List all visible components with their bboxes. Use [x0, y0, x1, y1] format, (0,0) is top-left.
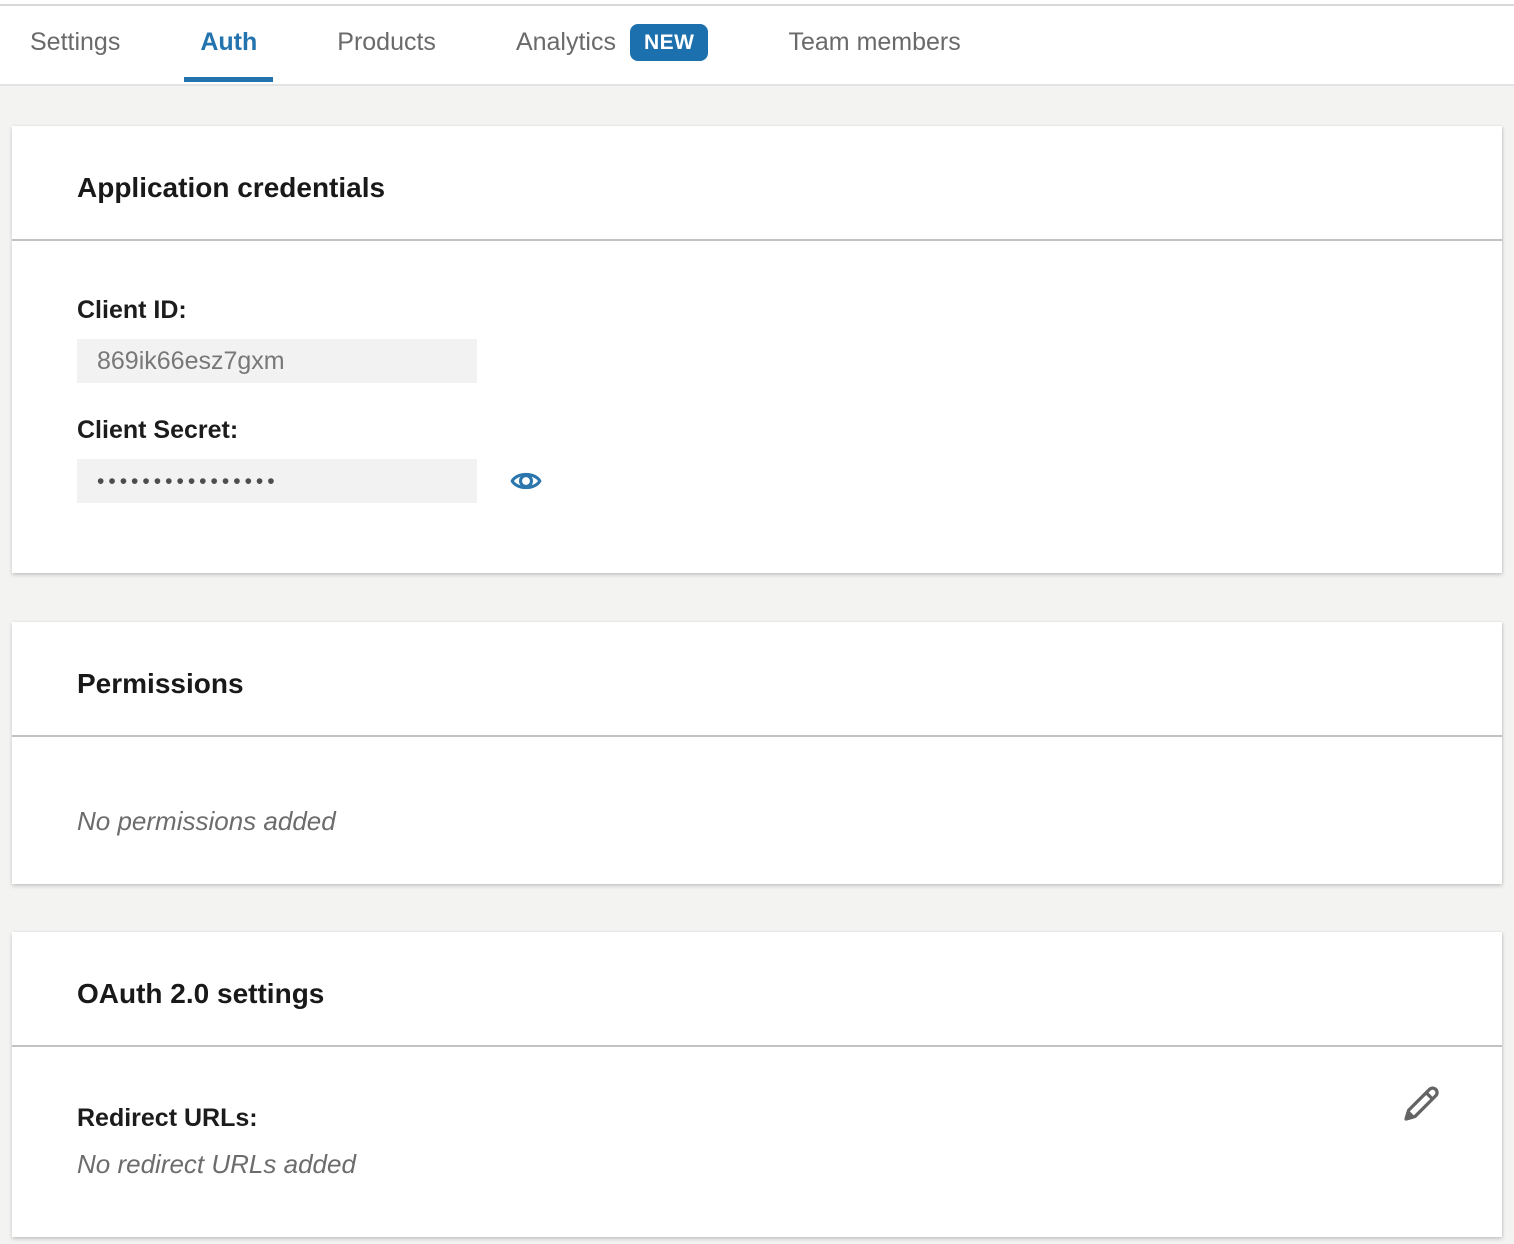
permissions-body: No permissions added	[12, 737, 1502, 837]
eye-icon[interactable]	[510, 465, 542, 497]
tab-analytics-label: Analytics	[516, 28, 616, 57]
tab-settings-label: Settings	[30, 28, 120, 57]
tab-bar: Settings Auth Products Analytics NEW Tea…	[0, 0, 1514, 86]
tab-auth[interactable]: Auth	[200, 0, 257, 84]
application-credentials-title: Application credentials	[77, 172, 385, 204]
application-credentials-card: Application credentials Client ID: 869ik…	[12, 126, 1502, 573]
client-secret-label: Client Secret:	[77, 415, 1437, 445]
client-secret-masked-value: ••••••••••••••••	[97, 468, 279, 494]
tab-products-label: Products	[337, 28, 436, 57]
oauth-settings-header: OAuth 2.0 settings	[12, 932, 1502, 1047]
permissions-header: Permissions	[12, 622, 1502, 737]
new-badge: NEW	[630, 24, 709, 61]
tab-list: Settings Auth Products Analytics NEW Tea…	[0, 0, 1514, 84]
tab-analytics[interactable]: Analytics NEW	[516, 0, 709, 84]
tab-team-members-label: Team members	[788, 28, 960, 57]
client-id-value: 869ik66esz7gxm	[97, 347, 285, 376]
client-id-field[interactable]: 869ik66esz7gxm	[77, 339, 477, 383]
redirect-urls-label: Redirect URLs:	[77, 1103, 1437, 1133]
tab-products[interactable]: Products	[337, 0, 436, 84]
redirect-urls-empty-text: No redirect URLs added	[77, 1148, 1437, 1180]
application-credentials-body: Client ID: 869ik66esz7gxm Client Secret:…	[12, 241, 1502, 503]
tab-auth-label: Auth	[200, 28, 257, 57]
permissions-title: Permissions	[77, 668, 244, 700]
main-content: Application credentials Client ID: 869ik…	[0, 86, 1514, 1237]
application-credentials-header: Application credentials	[12, 126, 1502, 241]
permissions-card: Permissions No permissions added	[12, 622, 1502, 884]
client-secret-row: ••••••••••••••••	[77, 459, 1437, 503]
oauth-settings-body: Redirect URLs: No redirect URLs added	[12, 1047, 1502, 1180]
pencil-icon[interactable]	[1398, 1081, 1444, 1127]
tab-team-members[interactable]: Team members	[788, 0, 960, 84]
client-id-label: Client ID:	[77, 295, 1437, 325]
tab-settings[interactable]: Settings	[30, 0, 120, 84]
client-secret-field[interactable]: ••••••••••••••••	[77, 459, 477, 503]
permissions-empty-text: No permissions added	[77, 805, 1437, 837]
oauth-settings-title: OAuth 2.0 settings	[77, 978, 324, 1010]
oauth-settings-card: OAuth 2.0 settings Redirect URLs: No red…	[12, 932, 1502, 1237]
